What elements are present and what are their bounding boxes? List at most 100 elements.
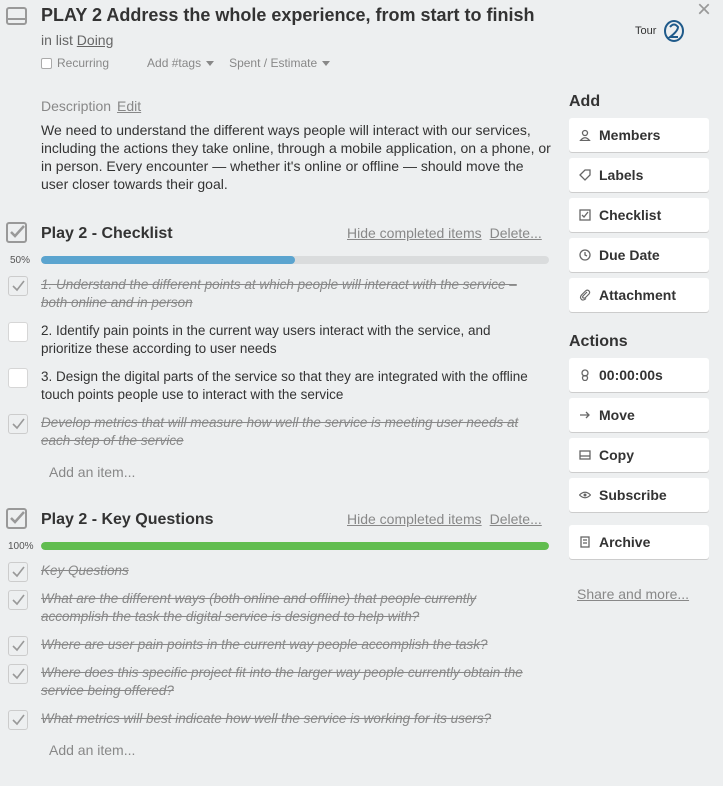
archive-button[interactable]: Archive: [569, 525, 709, 559]
description-label: Description: [41, 98, 112, 114]
checklist-item[interactable]: Where does this specific project fit int…: [8, 664, 548, 700]
share-and-more-link[interactable]: Share and more...: [577, 586, 689, 602]
checklist-item-text[interactable]: Where are user pain points in the curren…: [41, 636, 541, 654]
check-icon: [12, 668, 25, 680]
card-icon: [6, 6, 28, 26]
checklist-item-checkbox[interactable]: [8, 276, 28, 296]
checklist-item-checkbox[interactable]: [8, 710, 28, 730]
card-copy-icon: [579, 449, 591, 461]
description-text[interactable]: We need to understand the different ways…: [41, 121, 551, 193]
archive-label: Archive: [599, 534, 651, 550]
tour-logo-icon[interactable]: [663, 19, 685, 43]
timer-button[interactable]: 00:00:00s: [569, 358, 709, 392]
tag-icon: [579, 169, 591, 181]
progress-bar-fill: [41, 542, 549, 550]
checklist-actions: Hide completed items Delete...: [339, 225, 542, 241]
due-date-button[interactable]: Due Date: [569, 238, 709, 272]
checklist-item[interactable]: Develop metrics that will measure how we…: [8, 414, 548, 450]
archive-icon: [579, 536, 591, 548]
checklist-item-text[interactable]: What are the different ways (both online…: [41, 590, 541, 626]
attachment-button[interactable]: Attachment: [569, 278, 709, 312]
labels-button[interactable]: Labels: [569, 158, 709, 192]
copy-label: Copy: [599, 447, 634, 463]
checklist-item[interactable]: Key Questions: [8, 562, 548, 582]
hide-completed-link[interactable]: Hide completed items: [347, 511, 482, 527]
add-heading: Add: [569, 93, 601, 110]
checklist-item-text[interactable]: Key Questions: [41, 562, 541, 580]
delete-checklist-link[interactable]: Delete...: [490, 511, 542, 527]
checklist-button[interactable]: Checklist: [569, 198, 709, 232]
progress-bar: [41, 256, 549, 264]
tags-dropdown[interactable]: Add #tags: [147, 56, 215, 70]
delete-checklist-link[interactable]: Delete...: [490, 225, 542, 241]
checklist-item[interactable]: 3. Design the digital parts of the servi…: [8, 368, 548, 404]
checklist-item-checkbox[interactable]: [8, 664, 28, 684]
checklist-item-text[interactable]: Develop metrics that will measure how we…: [41, 414, 541, 450]
description-heading: Description Edit: [41, 98, 141, 114]
checklist-item-checkbox[interactable]: [8, 368, 28, 388]
recurring-label[interactable]: Recurring: [57, 56, 109, 70]
members-label: Members: [599, 127, 661, 143]
add-item-link[interactable]: Add an item...: [49, 742, 135, 758]
progress-percent: 50%: [10, 255, 31, 266]
checklist-item-text[interactable]: What metrics will best indicate how well…: [41, 710, 541, 728]
checklist-item[interactable]: What are the different ways (both online…: [8, 590, 548, 626]
hide-completed-link[interactable]: Hide completed items: [347, 225, 482, 241]
checklist-item-text[interactable]: 2. Identify pain points in the current w…: [41, 322, 541, 358]
checklist-item[interactable]: Where are user pain points in the curren…: [8, 636, 548, 656]
move-button[interactable]: Move: [569, 398, 709, 432]
checklist-title[interactable]: Play 2 - Key Questions: [41, 511, 214, 529]
checklist-item[interactable]: What metrics will best indicate how well…: [8, 710, 548, 730]
checklist-item-checkbox[interactable]: [8, 590, 28, 610]
card-title[interactable]: PLAY 2 Address the whole experience, fro…: [41, 5, 534, 26]
subscribe-button[interactable]: Subscribe: [569, 478, 709, 512]
in-list-line: in list Doing: [41, 32, 113, 48]
check-icon: [12, 640, 25, 652]
actions-heading: Actions: [569, 333, 628, 350]
subscribe-label: Subscribe: [599, 487, 667, 503]
card-meta-row: Recurring Add #tags Spent / Estimate: [41, 56, 331, 70]
checklist-label: Checklist: [599, 207, 662, 223]
close-icon[interactable]: ×: [697, 0, 711, 22]
labels-label: Labels: [599, 167, 644, 183]
progress-percent: 100%: [8, 541, 34, 552]
due-date-label: Due Date: [599, 247, 660, 263]
checklist-item-checkbox[interactable]: [8, 414, 28, 434]
check-icon: [12, 594, 25, 606]
checklist-item-checkbox[interactable]: [8, 636, 28, 656]
checklist-item-text[interactable]: 3. Design the digital parts of the servi…: [41, 368, 541, 404]
list-link[interactable]: Doing: [77, 32, 114, 48]
checklist-item-checkbox[interactable]: [8, 322, 28, 342]
checklist-item-text[interactable]: Where does this specific project fit int…: [41, 664, 541, 700]
check-icon: [12, 566, 25, 578]
clock-icon: [579, 249, 591, 261]
in-list-prefix: in list: [41, 32, 73, 48]
progress-bar-fill: [41, 256, 295, 264]
checklist-icon: [6, 222, 28, 244]
copy-button[interactable]: Copy: [569, 438, 709, 472]
check-icon: [12, 418, 25, 430]
check-icon: [12, 714, 25, 726]
spent-estimate-dropdown[interactable]: Spent / Estimate: [229, 56, 331, 70]
checklist-icon: [6, 508, 28, 530]
checklist-item[interactable]: 1. Understand the different points at wh…: [8, 276, 548, 312]
tour-label[interactable]: Tour: [635, 25, 656, 37]
recurring-checkbox[interactable]: [41, 57, 52, 69]
spent-estimate-label: Spent / Estimate: [229, 56, 318, 70]
checklist-actions: Hide completed items Delete...: [339, 511, 542, 527]
eye-icon: [579, 489, 591, 501]
checklist-title[interactable]: Play 2 - Checklist: [41, 225, 173, 243]
attachment-label: Attachment: [599, 287, 677, 303]
person-icon: [579, 129, 591, 141]
chevron-down-icon: [206, 61, 215, 67]
timer-icon: [579, 369, 591, 381]
add-item-link[interactable]: Add an item...: [49, 464, 135, 480]
description-edit-link[interactable]: Edit: [117, 98, 141, 114]
chevron-down-icon: [322, 61, 331, 67]
checklist-item-checkbox[interactable]: [8, 562, 28, 582]
tags-label: Add #tags: [147, 56, 202, 70]
checklist-item-text[interactable]: 1. Understand the different points at wh…: [41, 276, 541, 312]
check-icon: [12, 280, 25, 292]
members-button[interactable]: Members: [569, 118, 709, 152]
checklist-item[interactable]: 2. Identify pain points in the current w…: [8, 322, 548, 358]
